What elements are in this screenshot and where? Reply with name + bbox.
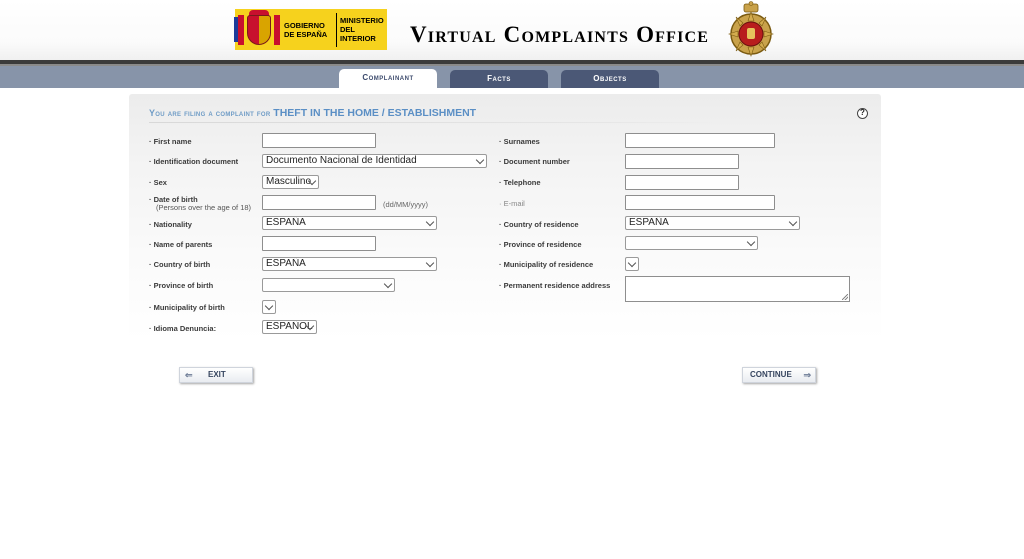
telephone-input[interactable] [625,175,739,190]
date-of-birth-sublabel: (Persons over the age of 18) [156,203,252,212]
chevron-down-icon [264,301,274,311]
sex-select[interactable]: Masculino [262,175,319,189]
date-of-birth-input[interactable] [262,195,376,210]
chevron-down-icon [383,279,393,289]
province-of-residence-label: · Province of residence [499,240,582,249]
resize-grip-icon[interactable] [842,294,848,300]
municipality-of-birth-select[interactable] [262,300,276,314]
email-input[interactable] [625,195,775,210]
ministerio-text: MINISTERIO DEL INTERIOR [339,16,384,43]
nationality-label: · Nationality [149,220,192,229]
province-of-birth-select[interactable] [262,278,395,292]
chevron-down-icon [425,258,435,268]
municipality-of-birth-label: · Municipality of birth [149,303,225,312]
chevron-down-icon [746,237,756,247]
country-of-birth-label: · Country of birth [149,260,211,269]
date-format-hint: (dd/MM/yyyy) [383,200,428,209]
arrow-left-icon: ⇐ [185,370,193,380]
help-icon[interactable]: ? [857,108,868,119]
nationality-select[interactable]: ESPAÑA [262,216,437,230]
permanent-residence-address-textarea[interactable] [625,276,850,302]
tab-objects[interactable]: Objects [561,70,659,88]
exit-button[interactable]: ⇐ EXIT [179,367,253,383]
arrow-right-icon: ⇒ [803,370,811,380]
spain-coat-of-arms-icon [234,9,282,50]
municipality-of-residence-select[interactable] [625,257,639,271]
country-of-residence-select[interactable]: ESPAÑA [625,216,800,230]
page-title: Virtual Complaints Office [410,22,710,47]
policia-badge-icon [728,1,774,57]
idioma-denuncia-label: · Idioma Denuncia: [149,324,217,333]
country-of-birth-select[interactable]: ESPAÑA [262,257,437,271]
tab-complainant[interactable]: Complainant [339,69,437,88]
surnames-input[interactable] [625,133,775,148]
municipality-of-residence-label: · Municipality of residence [499,260,594,269]
heading-divider [149,122,717,123]
name-of-parents-input[interactable] [262,236,376,251]
sex-label: · Sex [149,178,167,187]
first-name-input[interactable] [262,133,376,148]
name-of-parents-label: · Name of parents [149,240,213,249]
crime-type: THEFT IN THE HOME / ESTABLISHMENT [273,107,477,119]
identification-document-label: · Identification document [149,157,239,166]
chevron-down-icon [788,217,798,227]
province-of-residence-select[interactable] [625,236,758,250]
form-heading-lead: You are filing a complaint for [149,108,271,118]
identification-document-select[interactable]: Documento Nacional de Identidad [262,154,487,168]
document-number-input[interactable] [625,154,739,169]
chevron-down-icon [475,155,485,165]
gobierno-espana-logo: GOBIERNO DE ESPAÑA MINISTERIO DEL INTERI… [234,9,387,50]
province-of-birth-label: · Province of birth [149,281,214,290]
chevron-down-icon [425,217,435,227]
document-number-label: · Document number [499,157,570,166]
continue-button[interactable]: CONTINUE ⇒ [742,367,816,383]
gobierno-text: GOBIERNO DE ESPAÑA [284,20,328,39]
email-label: · E-mail [499,199,525,208]
chevron-down-icon [627,258,637,268]
permanent-residence-address-label: · Permanent residence address [499,281,611,290]
form-heading: You are filing a complaint for THEFT IN … [149,107,476,119]
surnames-label: · Surnames [499,137,540,146]
first-name-label: · First name [149,137,192,146]
telephone-label: · Telephone [499,178,541,187]
country-of-residence-label: · Country of residence [499,220,579,229]
tab-facts[interactable]: Facts [450,70,548,88]
idioma-denuncia-select[interactable]: ESPAÑOL [262,320,317,334]
